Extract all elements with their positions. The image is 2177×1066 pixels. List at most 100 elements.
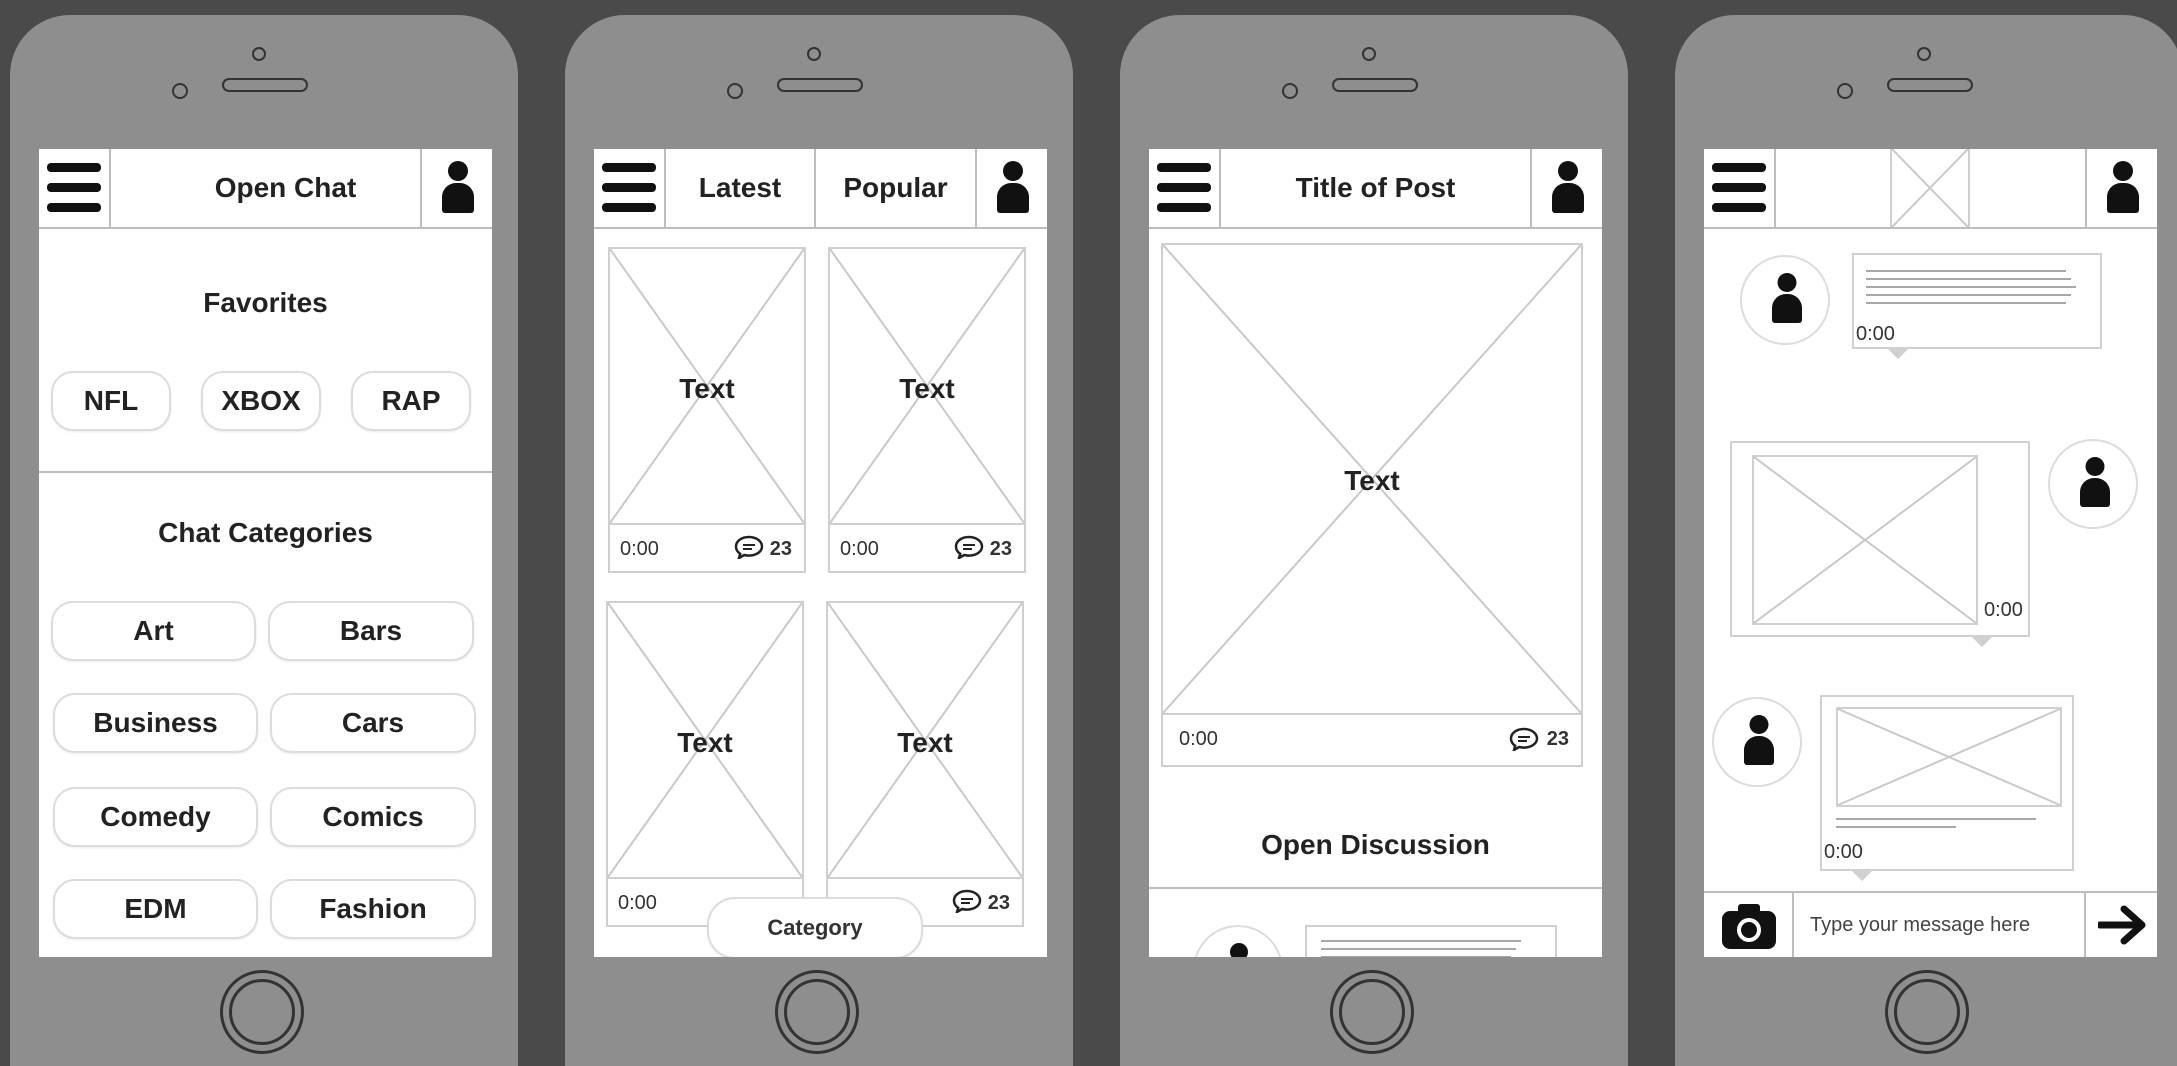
card-label: Text	[899, 373, 955, 404]
menu-button[interactable]	[1704, 149, 1776, 227]
open-chat-screen: Open Chat Favorites NFL XBOX RAP Chat Ca…	[39, 149, 492, 957]
post-footer: 0:00 23	[1161, 715, 1583, 767]
person-icon	[1771, 273, 1803, 323]
hamburger-menu-icon	[1712, 163, 1766, 172]
top-bar: Open Chat	[39, 149, 492, 229]
image-placeholder-icon	[1838, 709, 2060, 805]
category-bars-button[interactable]: Bars	[268, 601, 474, 661]
card-label: Text	[897, 727, 953, 758]
favorites-title: Favorites	[203, 287, 328, 318]
category-comics-button[interactable]: Comics	[270, 787, 476, 847]
post-time: 0:00	[618, 892, 657, 914]
favorite-rap-button[interactable]: RAP	[351, 371, 471, 431]
comment-count: 23	[769, 538, 792, 560]
my-avatar[interactable]	[2048, 439, 2138, 529]
category-cars-button[interactable]: Cars	[270, 693, 476, 753]
post-card-image[interactable]: Text	[828, 247, 1026, 525]
proximity-sensor	[1837, 83, 1853, 99]
top-bar	[1704, 149, 2157, 229]
post-time: 0:00	[840, 538, 879, 560]
lorem-text-lines	[1836, 818, 2036, 828]
lorem-text-lines	[1866, 270, 2076, 304]
category-fashion-button[interactable]: Fashion	[270, 879, 476, 939]
message-image[interactable]	[1836, 707, 2062, 807]
category-edm-button[interactable]: EDM	[53, 879, 258, 939]
profile-button[interactable]	[420, 149, 492, 227]
tab-latest[interactable]: Latest	[666, 149, 816, 227]
menu-button[interactable]	[39, 149, 111, 227]
profile-button[interactable]	[1530, 149, 1602, 227]
person-icon	[1224, 943, 1254, 957]
post-card-image[interactable]: Text	[826, 601, 1024, 879]
hamburger-line	[1157, 183, 1211, 192]
comment-bubble-icon	[954, 535, 984, 559]
profile-button[interactable]	[975, 149, 1047, 227]
phone-frame-chat: 0:00 0:00 0:00 Type your message here	[1675, 15, 2177, 1066]
person-icon	[440, 161, 476, 215]
comment-count: 23	[987, 892, 1010, 914]
image-message-bubble[interactable]: 0:00	[1730, 441, 2030, 637]
chat-categories-title: Chat Categories	[158, 517, 373, 548]
home-button[interactable]	[1330, 970, 1414, 1054]
front-camera	[252, 47, 266, 61]
page-title: Open Chat	[214, 172, 357, 203]
message-bubble[interactable]: 0:00	[1852, 253, 2102, 349]
post-card-image[interactable]: Text	[608, 247, 806, 525]
profile-button[interactable]	[2085, 149, 2157, 227]
top-bar: Latest Popular	[594, 149, 1047, 229]
hamburger-menu-icon	[47, 163, 101, 172]
bubble-tail	[1852, 871, 1872, 881]
send-button[interactable]	[2084, 893, 2157, 957]
sender-avatar[interactable]	[1740, 255, 1830, 345]
home-button[interactable]	[220, 970, 304, 1054]
top-bar: Title of Post	[1149, 149, 1602, 229]
hamburger-menu-icon	[602, 163, 656, 172]
message-image[interactable]	[1752, 455, 1978, 625]
comment-bubble-icon	[734, 535, 764, 559]
category-comedy-button[interactable]: Comedy	[53, 787, 258, 847]
front-camera	[807, 47, 821, 61]
post-screen: Title of Post Text 0:00 23 Open Discussi…	[1149, 149, 1602, 957]
bubble-tail	[1888, 349, 1908, 359]
image-message-bubble[interactable]: 0:00	[1820, 695, 2074, 871]
person-icon	[1550, 161, 1586, 215]
category-art-button[interactable]: Art	[51, 601, 256, 661]
post-card-footer: 0:00 23	[828, 525, 1026, 573]
post-card-image[interactable]: Text	[606, 601, 804, 879]
post-card-footer: 0:00 23	[608, 525, 806, 573]
comment-count: 23	[1546, 728, 1569, 750]
message-time: 0:00	[1856, 323, 1895, 345]
tab-popular[interactable]: Popular	[816, 149, 975, 227]
hamburger-line	[602, 183, 656, 192]
comment-bubble	[1305, 925, 1557, 957]
home-button[interactable]	[1885, 970, 1969, 1054]
favorite-nfl-button[interactable]: NFL	[51, 371, 171, 431]
section-divider	[1149, 887, 1602, 889]
lorem-text-lines	[1321, 940, 1521, 957]
section-divider	[39, 471, 492, 473]
phone-frame-open-chat: Open Chat Favorites NFL XBOX RAP Chat Ca…	[10, 15, 518, 1066]
category-business-button[interactable]: Business	[53, 693, 258, 753]
hamburger-menu-icon	[1157, 163, 1211, 172]
comment-avatar[interactable]	[1193, 925, 1283, 957]
post-image[interactable]: Text	[1161, 243, 1583, 715]
home-button[interactable]	[775, 970, 859, 1054]
chat-screen: 0:00 0:00 0:00 Type your message here	[1704, 149, 2157, 957]
proximity-sensor	[727, 83, 743, 99]
camera-button[interactable]	[1704, 893, 1794, 957]
menu-button[interactable]	[1149, 149, 1221, 227]
menu-button[interactable]	[594, 149, 666, 227]
camera-icon	[1722, 904, 1776, 949]
hamburger-line	[1712, 203, 1766, 212]
earpiece-speaker	[777, 78, 863, 92]
sender-avatar[interactable]	[1712, 697, 1802, 787]
hamburger-line	[1157, 203, 1211, 212]
hamburger-line	[1712, 183, 1766, 192]
feed-screen: Latest Popular Text 0:00 23 Text 0:00 23…	[594, 149, 1047, 957]
favorite-xbox-button[interactable]: XBOX	[201, 371, 321, 431]
category-button[interactable]: Category	[707, 897, 923, 957]
post-time: 0:00	[620, 538, 659, 560]
person-icon	[2079, 457, 2111, 507]
message-input[interactable]: Type your message here	[1794, 893, 2084, 957]
earpiece-speaker	[222, 78, 308, 92]
